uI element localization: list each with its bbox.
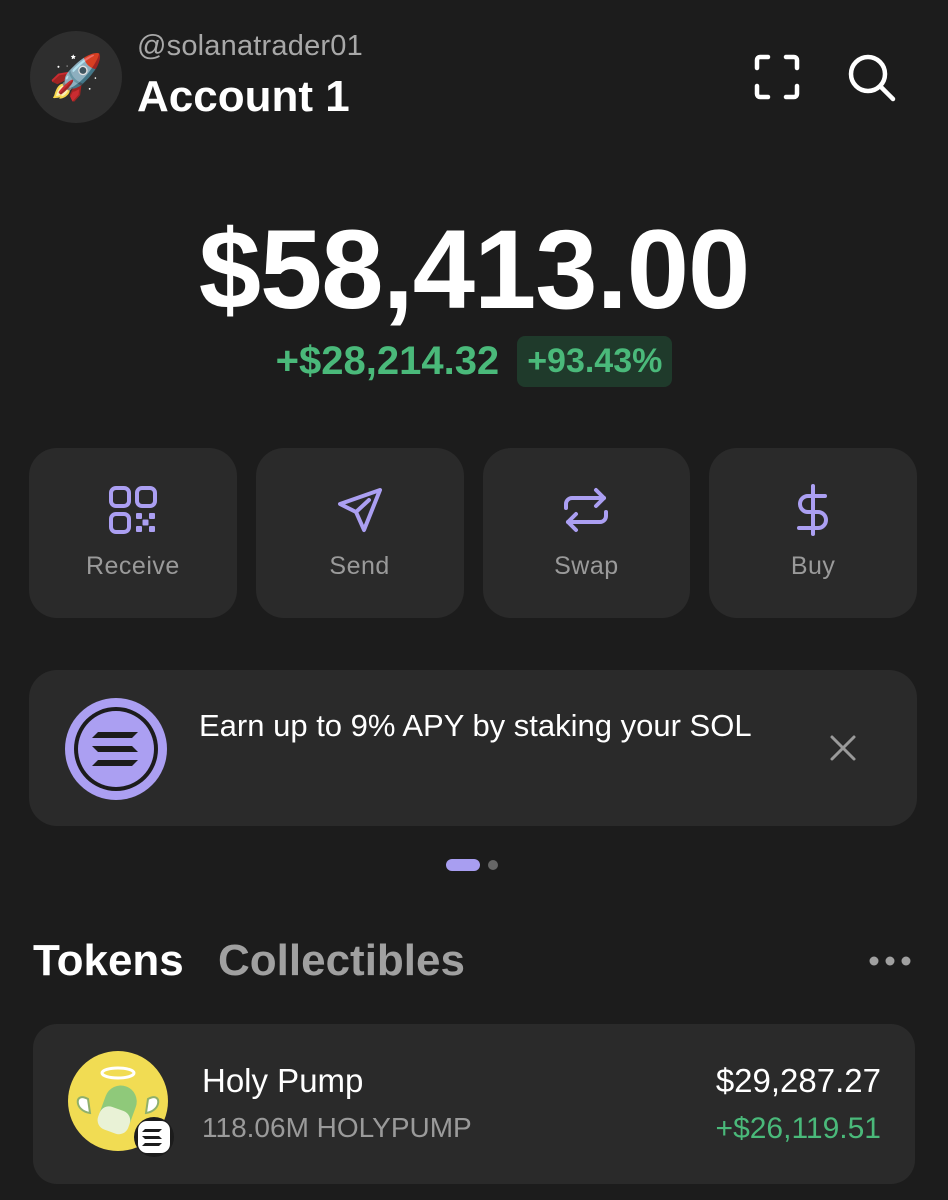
- swap-button[interactable]: Swap: [482, 448, 691, 618]
- scan-icon: [754, 54, 800, 100]
- buy-button[interactable]: Buy: [709, 448, 917, 618]
- carousel-pager: [446, 859, 498, 871]
- send-icon: [337, 488, 382, 532]
- token-value: $29,287.27: [715, 1062, 881, 1099]
- change-percent-badge: +93.43%: [517, 336, 673, 387]
- search-button[interactable]: [846, 52, 898, 104]
- account-name[interactable]: Account 1: [137, 72, 350, 122]
- holy-pump-token-icon: [68, 1051, 174, 1157]
- send-button[interactable]: Send: [255, 448, 464, 618]
- swap-icon: [564, 488, 609, 532]
- scan-button[interactable]: [752, 52, 802, 102]
- total-balance: $58,413.00: [198, 207, 751, 332]
- token-name: Holy Pump: [202, 1062, 364, 1099]
- token-amount: 118.06M HOLYPUMP: [202, 1112, 472, 1143]
- search-icon: [848, 54, 896, 102]
- receive-button[interactable]: Receive: [29, 448, 237, 618]
- staking-promo-banner[interactable]: Earn up to 9% APY by staking your SOL: [29, 670, 917, 826]
- dollar-icon: [797, 484, 829, 536]
- avatar[interactable]: 🚀: [30, 31, 122, 123]
- action-bar: Receive Send Swap Buy: [29, 448, 917, 618]
- tab-tokens[interactable]: Tokens: [33, 936, 184, 986]
- token-change: +$26,119.51: [715, 1112, 881, 1145]
- solana-logo-icon: [65, 698, 167, 800]
- change-amount: +$28,214.32: [275, 339, 500, 383]
- token-row[interactable]: Holy Pump 118.06M HOLYPUMP $29,287.27 +$…: [33, 1024, 915, 1184]
- buy-label: Buy: [790, 552, 836, 580]
- username: @solanatrader01: [137, 30, 363, 62]
- swap-label: Swap: [554, 552, 619, 580]
- send-label: Send: [329, 552, 390, 580]
- tab-collectibles[interactable]: Collectibles: [218, 936, 465, 986]
- balance-change: +$28,214.32 +93.43%: [0, 336, 948, 387]
- qr-code-icon: [108, 486, 157, 534]
- receive-label: Receive: [85, 552, 180, 580]
- pager-dot[interactable]: [488, 860, 498, 870]
- pager-dot-active[interactable]: [446, 859, 480, 871]
- more-horizontal-icon[interactable]: [866, 950, 914, 972]
- close-icon[interactable]: [827, 732, 859, 764]
- promo-text: Earn up to 9% APY by staking your SOL: [199, 708, 752, 743]
